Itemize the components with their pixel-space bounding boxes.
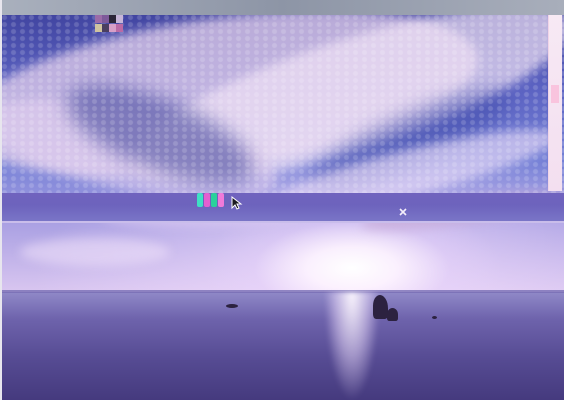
wallpaper-horizon [0,290,564,293]
close-icon[interactable] [398,207,408,217]
wallpaper-sea-stack [373,295,388,319]
glitch-band-line [0,221,564,223]
wallpaper-rock [226,304,238,308]
app-icon[interactable] [197,193,225,207]
side-panel-strip[interactable] [548,15,562,191]
pointer-cursor-icon [231,196,243,210]
grid-tray-icon[interactable] [95,15,123,32]
glitch-band-top [0,0,564,15]
side-panel-handle[interactable] [551,85,559,103]
wallpaper-sea-stack [387,308,398,321]
wallpaper-cloud-texture [0,0,564,200]
wallpaper-rock [432,316,437,319]
glitch-band-middle [0,193,564,223]
screen-left-edge [0,0,2,400]
wallpaper-cloud [20,238,170,266]
wallpaper-sea [0,292,564,400]
